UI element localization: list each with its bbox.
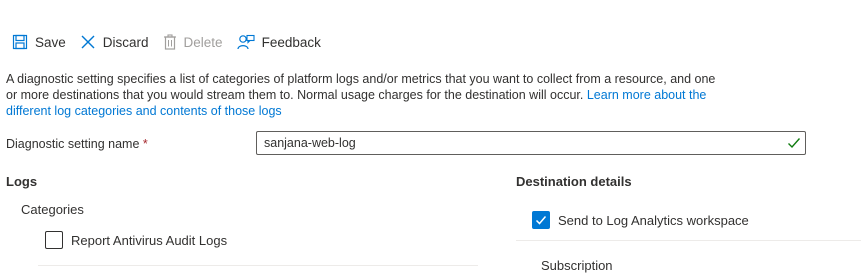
category-checkbox[interactable] [45, 231, 63, 249]
discard-button[interactable]: Discard [80, 30, 149, 54]
setting-name-label-text: Diagnostic setting name [6, 137, 140, 151]
category-checkbox-row[interactable]: Report Antivirus Audit Logs [45, 231, 227, 249]
category-label: Report Antivirus Audit Logs [71, 232, 228, 248]
save-button[interactable]: Save [12, 30, 66, 54]
destination-heading: Destination details [516, 174, 632, 189]
logs-heading: Logs [6, 174, 38, 189]
subscription-label: Subscription [541, 258, 613, 273]
categories-label: Categories [21, 202, 84, 217]
diagnostic-setting-page: Save Discard Delete Feedback A diagnosti… [0, 0, 861, 273]
description-text: A diagnostic setting specifies a list of… [6, 71, 726, 119]
required-marker: * [142, 137, 148, 151]
log-analytics-label: Send to Log Analytics workspace [558, 212, 749, 228]
delete-label: Delete [183, 34, 223, 50]
destination-divider [516, 240, 861, 241]
command-bar: Save Discard Delete Feedback [12, 30, 335, 54]
log-analytics-checkbox-row[interactable]: Send to Log Analytics workspace [532, 211, 749, 229]
log-analytics-checkbox[interactable] [532, 211, 550, 229]
logs-divider [38, 265, 478, 266]
discard-label: Discard [102, 34, 149, 50]
setting-name-input[interactable] [257, 132, 777, 154]
setting-name-field [256, 131, 806, 155]
feedback-icon [236, 34, 255, 51]
trash-icon [163, 34, 177, 50]
feedback-button[interactable]: Feedback [236, 30, 321, 54]
feedback-label: Feedback [261, 34, 321, 50]
checkmark-icon [535, 216, 547, 225]
valid-check-icon [787, 136, 801, 150]
delete-button[interactable]: Delete [163, 30, 223, 54]
save-icon [12, 34, 28, 50]
setting-name-label: Diagnostic setting name * [6, 136, 148, 152]
close-icon [80, 34, 96, 50]
save-label: Save [35, 34, 66, 50]
